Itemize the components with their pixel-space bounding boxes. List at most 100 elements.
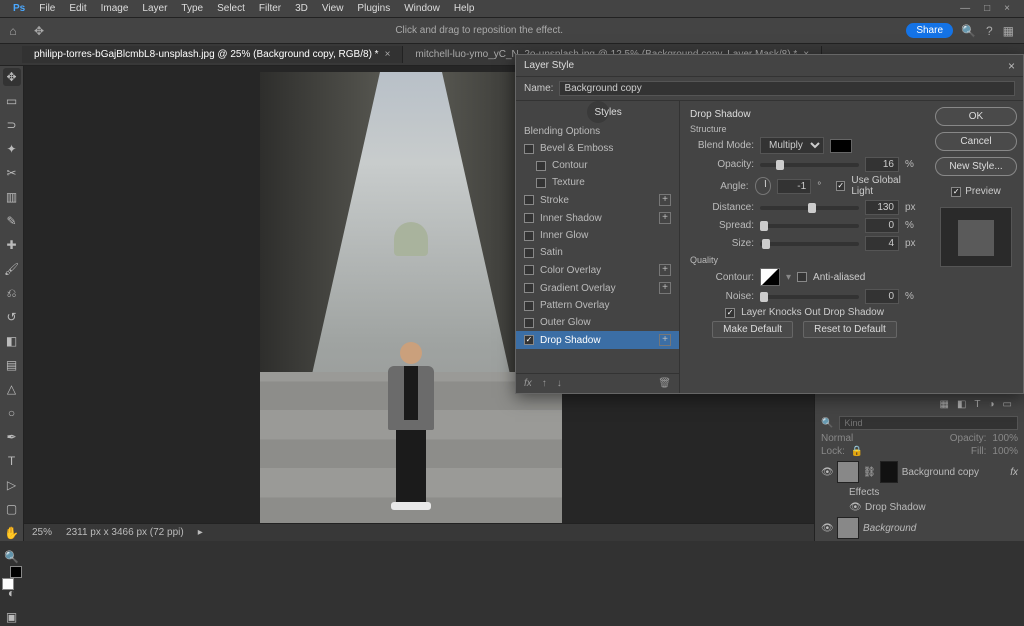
contour-picker[interactable] <box>760 268 780 286</box>
fx-badge[interactable]: fx <box>1010 467 1018 478</box>
layer-mask-thumb[interactable] <box>880 461 898 483</box>
noise-slider[interactable] <box>760 295 859 299</box>
layer-thumb[interactable] <box>837 461 859 483</box>
window-close-icon[interactable]: × <box>1004 3 1010 14</box>
size-slider[interactable] <box>760 242 859 246</box>
crop-tool-icon[interactable]: ✂ <box>3 164 21 182</box>
document-tab-active[interactable]: philipp-torres-bGajBlcmbL8-unsplash.jpg … <box>22 46 403 63</box>
global-light-checkbox[interactable] <box>836 181 845 191</box>
layer-row[interactable]: 👁 ⛓ Background copy fx <box>821 459 1018 485</box>
antialias-checkbox[interactable] <box>797 272 807 282</box>
styles-header[interactable]: Styles <box>587 101 609 123</box>
panel-icon[interactable]: ▭ <box>1003 399 1012 413</box>
dodge-tool-icon[interactable]: ○ <box>3 404 21 422</box>
layer-effect-row[interactable]: 👁 Drop Shadow <box>821 500 1018 515</box>
hand-tool-icon[interactable]: ✋ <box>3 524 21 542</box>
type-tool-icon[interactable]: T <box>3 452 21 470</box>
panel-icon[interactable]: ◧ <box>957 399 966 413</box>
stamp-tool-icon[interactable]: ⎌ <box>3 284 21 302</box>
history-brush-tool-icon[interactable]: ↺ <box>3 308 21 326</box>
panel-icon[interactable]: ◑ <box>989 399 995 413</box>
visibility-icon[interactable]: 👁 <box>849 502 861 513</box>
layer-thumb[interactable] <box>837 517 859 539</box>
effect-satin[interactable]: Satin <box>516 244 679 261</box>
spread-slider[interactable] <box>760 224 859 228</box>
path-tool-icon[interactable]: ▷ <box>3 476 21 494</box>
menu-select[interactable]: Select <box>210 3 252 14</box>
effect-drop-shadow[interactable]: Drop Shadow+ <box>516 331 679 349</box>
menu-window[interactable]: Window <box>397 3 447 14</box>
distance-slider[interactable] <box>760 206 859 210</box>
eyedropper-tool-icon[interactable]: ✎ <box>3 212 21 230</box>
share-button[interactable]: Share <box>906 23 953 38</box>
spread-input[interactable] <box>865 218 899 233</box>
add-effect-icon[interactable]: + <box>659 194 671 206</box>
distance-input[interactable] <box>865 200 899 215</box>
fill-value[interactable]: 100% <box>992 446 1018 457</box>
add-effect-icon[interactable]: + <box>659 212 671 224</box>
layers-search-input[interactable] <box>839 416 1018 430</box>
add-effect-icon[interactable]: + <box>659 264 671 276</box>
heal-tool-icon[interactable]: ✚ <box>3 236 21 254</box>
menu-help[interactable]: Help <box>447 3 482 14</box>
wand-tool-icon[interactable]: ✦ <box>3 140 21 158</box>
shape-tool-icon[interactable]: ▢ <box>3 500 21 518</box>
foreground-swatch[interactable] <box>2 578 14 590</box>
blending-options-row[interactable]: Blending Options <box>516 123 679 140</box>
cancel-button[interactable]: Cancel <box>935 132 1017 151</box>
add-effect-icon[interactable]: + <box>659 282 671 294</box>
screenmode-icon[interactable]: ▣ <box>3 608 21 626</box>
effect-texture[interactable]: Texture <box>516 174 679 191</box>
ok-button[interactable]: OK <box>935 107 1017 126</box>
effect-stroke[interactable]: Stroke+ <box>516 191 679 209</box>
window-maximize-icon[interactable]: □ <box>984 3 990 14</box>
move-tool-icon[interactable]: ✥ <box>3 68 21 86</box>
reset-default-button[interactable]: Reset to Default <box>803 321 897 338</box>
status-chevron-icon[interactable]: ▸ <box>198 527 203 538</box>
trash-icon[interactable]: 🗑 <box>658 378 671 389</box>
search-icon[interactable]: 🔍 <box>821 418 833 429</box>
brush-tool-icon[interactable]: 🖌 <box>3 260 21 278</box>
menu-edit[interactable]: Edit <box>62 3 93 14</box>
opacity-input[interactable] <box>865 157 899 172</box>
search-icon[interactable]: 🔍 <box>961 24 976 38</box>
marquee-tool-icon[interactable]: ▭ <box>3 92 21 110</box>
blend-mode-select[interactable]: Multiply <box>760 137 824 154</box>
menu-type[interactable]: Type <box>174 3 210 14</box>
background-swatch[interactable] <box>10 566 22 578</box>
opacity-slider[interactable] <box>760 163 859 167</box>
zoom-tool-icon[interactable]: 🔍 <box>3 548 21 566</box>
visibility-icon[interactable]: 👁 <box>821 467 833 478</box>
menu-view[interactable]: View <box>315 3 351 14</box>
shadow-color-swatch[interactable] <box>830 139 852 153</box>
effect-inner-glow[interactable]: Inner Glow <box>516 227 679 244</box>
home-icon[interactable]: ⌂ <box>0 24 26 38</box>
panel-icon[interactable]: T <box>974 399 980 413</box>
effect-gradient-overlay[interactable]: Gradient Overlay+ <box>516 279 679 297</box>
panel-icon[interactable]: ▦ <box>939 399 948 413</box>
menu-plugins[interactable]: Plugins <box>350 3 397 14</box>
gradient-tool-icon[interactable]: ▤ <box>3 356 21 374</box>
effect-inner-shadow[interactable]: Inner Shadow+ <box>516 209 679 227</box>
menu-file[interactable]: File <box>32 3 62 14</box>
blend-mode-select[interactable]: Normal <box>821 433 853 444</box>
angle-dial[interactable] <box>755 177 772 195</box>
layer-effects-row[interactable]: Effects <box>821 485 1018 500</box>
angle-input[interactable] <box>777 179 811 194</box>
preview-checkbox[interactable] <box>951 187 961 197</box>
window-minimize-icon[interactable]: — <box>960 3 970 14</box>
make-default-button[interactable]: Make Default <box>712 321 793 338</box>
workspace-icon[interactable]: ▦ <box>1003 24 1014 38</box>
effect-color-overlay[interactable]: Color Overlay+ <box>516 261 679 279</box>
opacity-value[interactable]: 100% <box>992 433 1018 444</box>
effect-contour[interactable]: Contour <box>516 157 679 174</box>
visibility-icon[interactable]: 👁 <box>821 523 833 534</box>
size-input[interactable] <box>865 236 899 251</box>
layer-row[interactable]: 👁 Background <box>821 515 1018 541</box>
menu-3d[interactable]: 3D <box>288 3 315 14</box>
menu-layer[interactable]: Layer <box>135 3 174 14</box>
menu-image[interactable]: Image <box>94 3 136 14</box>
blur-tool-icon[interactable]: △ <box>3 380 21 398</box>
knockout-checkbox[interactable] <box>725 308 735 318</box>
frame-tool-icon[interactable]: ▥ <box>3 188 21 206</box>
